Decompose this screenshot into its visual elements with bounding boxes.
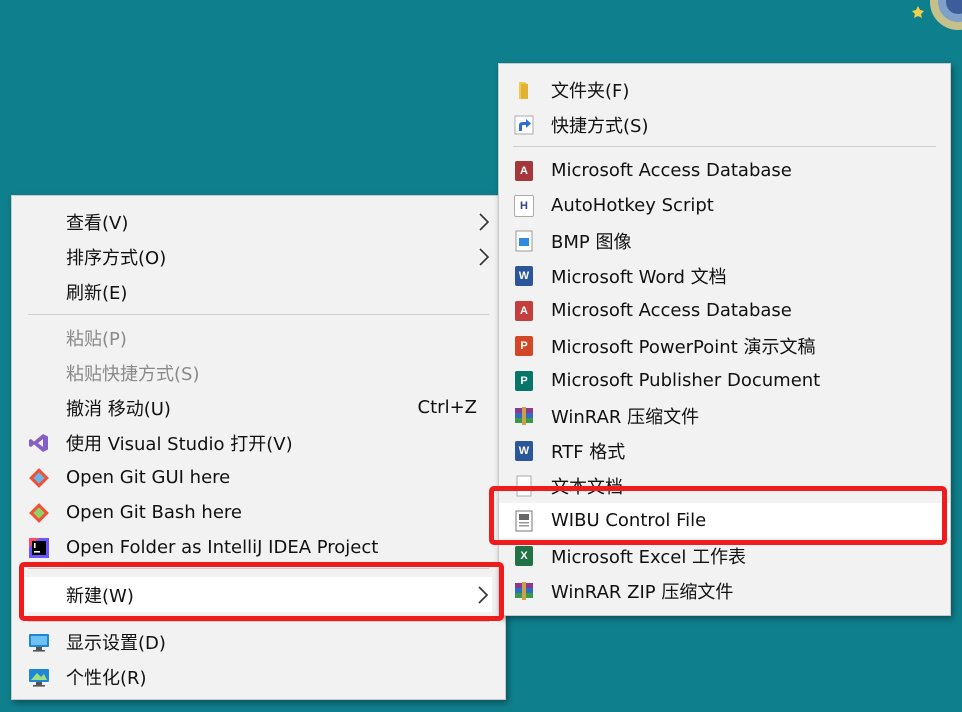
wibu-file-icon: [513, 510, 535, 532]
chevron-right-icon: [479, 213, 490, 231]
menu-item-label: 新建(W): [66, 585, 134, 607]
menu-item-label: 粘贴(P): [66, 328, 127, 350]
bmp-image-icon: [513, 230, 535, 252]
submenu-item-label: Microsoft Access Database: [551, 300, 792, 321]
menu-item-label: 查看(V): [66, 212, 129, 234]
menu-item-paste[interactable]: 粘贴(P): [12, 320, 505, 355]
winrar-icon: [513, 405, 535, 427]
menu-item-label: 个性化(R): [66, 667, 147, 689]
text-document-icon: [513, 475, 535, 497]
submenu-item-label: Microsoft Publisher Document: [551, 370, 821, 391]
submenu-item-label: 文本文档: [551, 476, 623, 498]
git-bash-icon: [28, 502, 50, 524]
menu-item-label: 粘贴快捷方式(S): [66, 363, 200, 385]
desktop-context-menu: 查看(V) 排序方式(O) 刷新(E) 粘贴(P) 粘贴快捷方式(S) 撤消 移…: [11, 195, 506, 700]
menu-item-view[interactable]: 查看(V): [12, 204, 505, 239]
menu-item-open-git-gui[interactable]: Open Git GUI here: [12, 460, 505, 495]
menu-separator: [28, 314, 489, 315]
menu-item-open-with-visual-studio[interactable]: 使用 Visual Studio 打开(V): [12, 425, 505, 460]
access-icon: A: [513, 300, 535, 322]
powerpoint-icon: P: [513, 335, 535, 357]
menu-item-refresh[interactable]: 刷新(E): [12, 274, 505, 309]
submenu-item-label: WIBU Control File: [551, 510, 707, 531]
menu-item-shortcut: Ctrl+Z: [417, 397, 477, 418]
menu-item-label: 使用 Visual Studio 打开(V): [66, 433, 293, 455]
menu-item-label: 排序方式(O): [66, 247, 167, 269]
personalize-icon: [28, 666, 50, 688]
submenu-item-shortcut[interactable]: 快捷方式(S): [499, 107, 950, 142]
menu-item-label: 撤消 移动(U): [66, 398, 171, 420]
visual-studio-icon: [28, 432, 50, 454]
submenu-item-access-database[interactable]: A Microsoft Access Database: [499, 153, 950, 188]
submenu-item-text-document[interactable]: 文本文档: [499, 468, 950, 503]
submenu-item-label: WinRAR ZIP 压缩文件: [551, 581, 734, 603]
submenu-item-label: Microsoft Word 文档: [551, 266, 727, 288]
menu-item-sort-by[interactable]: 排序方式(O): [12, 239, 505, 274]
access-icon: A: [513, 160, 535, 182]
menu-item-personalize[interactable]: 个性化(R): [12, 659, 505, 694]
menu-item-label: 显示设置(D): [66, 632, 166, 654]
git-gui-icon: [28, 467, 50, 489]
chevron-right-icon: [479, 248, 490, 266]
winrar-zip-icon: [513, 580, 535, 602]
submenu-item-wibu-control-file[interactable]: WIBU Control File: [499, 503, 950, 538]
submenu-item-autohotkey-script[interactable]: H AutoHotkey Script: [499, 188, 950, 223]
rtf-icon: W: [513, 440, 535, 462]
menu-item-label: Open Git Bash here: [66, 502, 242, 523]
menu-separator: [28, 568, 489, 569]
publisher-icon: P: [513, 370, 535, 392]
menu-item-open-git-bash[interactable]: Open Git Bash here: [12, 495, 505, 530]
word-icon: W: [513, 265, 535, 287]
intellij-idea-icon: [28, 537, 50, 559]
submenu-item-label: AutoHotkey Script: [551, 195, 714, 216]
submenu-item-label: 文件夹(F): [551, 80, 630, 102]
submenu-item-label: RTF 格式: [551, 441, 626, 463]
submenu-item-rtf-document[interactable]: W RTF 格式: [499, 433, 950, 468]
shortcut-icon: [513, 114, 535, 136]
menu-item-open-folder-intellij[interactable]: Open Folder as IntelliJ IDEA Project: [12, 530, 505, 565]
folder-icon: [513, 79, 535, 101]
menu-item-label: Open Git GUI here: [66, 467, 231, 488]
submenu-item-label: 快捷方式(S): [551, 115, 649, 137]
submenu-item-label: BMP 图像: [551, 231, 632, 253]
menu-item-new[interactable]: 新建(W): [25, 577, 492, 612]
new-submenu: 文件夹(F) 快捷方式(S) A Microsoft Access Databa…: [498, 63, 951, 616]
menu-item-label: 刷新(E): [66, 282, 128, 304]
submenu-item-label: Microsoft Access Database: [551, 160, 792, 181]
chevron-right-icon: [478, 586, 489, 604]
submenu-item-word-document[interactable]: W Microsoft Word 文档: [499, 258, 950, 293]
display-settings-icon: [28, 631, 50, 653]
menu-item-paste-shortcut[interactable]: 粘贴快捷方式(S): [12, 355, 505, 390]
menu-item-display-settings[interactable]: 显示设置(D): [12, 624, 505, 659]
submenu-item-winrar-archive[interactable]: WinRAR 压缩文件: [499, 398, 950, 433]
menu-separator: [28, 621, 489, 622]
menu-item-undo-move[interactable]: 撤消 移动(U) Ctrl+Z: [12, 390, 505, 425]
submenu-item-excel-worksheet[interactable]: X Microsoft Excel 工作表: [499, 538, 950, 573]
submenu-item-access-database-2[interactable]: A Microsoft Access Database: [499, 293, 950, 328]
menu-separator: [513, 146, 936, 147]
menu-item-label: Open Folder as IntelliJ IDEA Project: [66, 537, 379, 558]
submenu-item-label: Microsoft Excel 工作表: [551, 546, 747, 568]
submenu-item-winrar-zip-archive[interactable]: WinRAR ZIP 压缩文件: [499, 573, 950, 608]
submenu-item-label: Microsoft PowerPoint 演示文稿: [551, 336, 816, 358]
desktop-decoration-icon: [912, 0, 962, 30]
autohotkey-icon: H: [513, 195, 535, 217]
submenu-item-label: WinRAR 压缩文件: [551, 406, 700, 428]
submenu-item-powerpoint-presentation[interactable]: P Microsoft PowerPoint 演示文稿: [499, 328, 950, 363]
submenu-item-bmp-image[interactable]: BMP 图像: [499, 223, 950, 258]
submenu-item-publisher-document[interactable]: P Microsoft Publisher Document: [499, 363, 950, 398]
excel-icon: X: [513, 545, 535, 567]
submenu-item-folder[interactable]: 文件夹(F): [499, 72, 950, 107]
